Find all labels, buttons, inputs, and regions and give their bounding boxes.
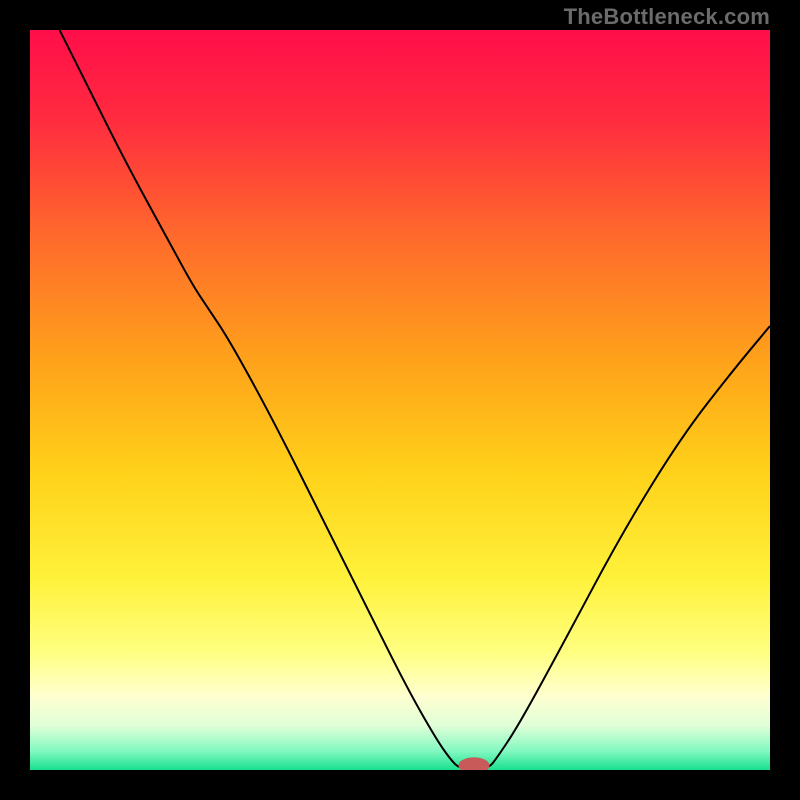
chart-frame: TheBottleneck.com xyxy=(0,0,800,800)
gradient-background xyxy=(30,30,770,770)
bottleneck-chart xyxy=(30,30,770,770)
optimum-marker xyxy=(459,758,489,770)
watermark-text: TheBottleneck.com xyxy=(564,4,770,30)
